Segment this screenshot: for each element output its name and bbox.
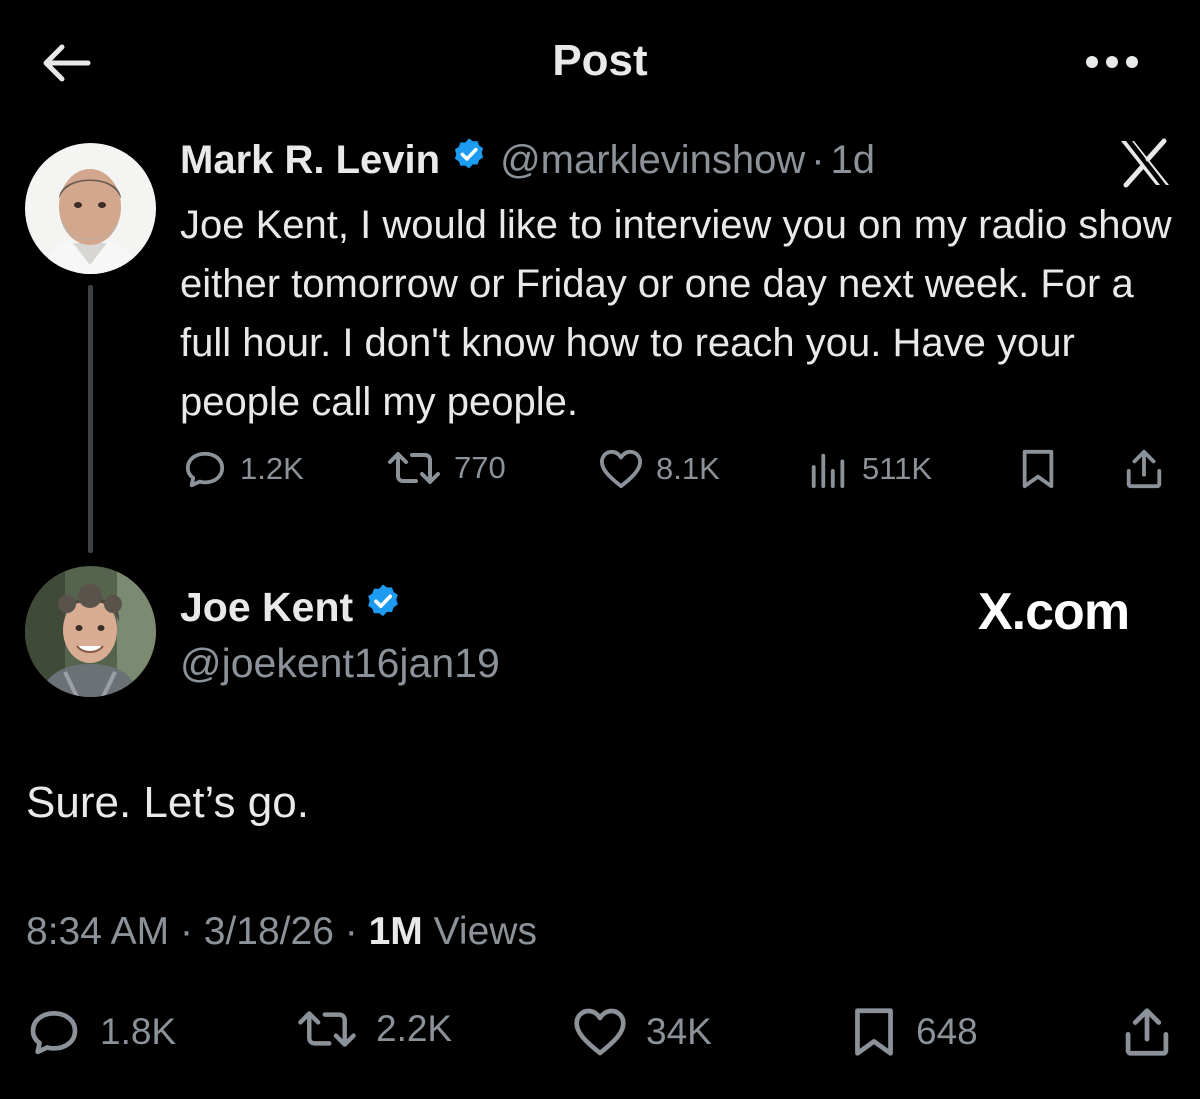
reply-author-row: Joe Kent xyxy=(180,582,403,632)
reply-tweet-text: Sure. Let’s go. xyxy=(26,778,309,827)
repost-button[interactable]: 2.2K xyxy=(296,1006,452,1052)
author-handle[interactable]: @marklevinshow xyxy=(500,138,805,183)
bookmark-button[interactable]: 648 xyxy=(850,1006,978,1058)
meta-separator: · xyxy=(811,137,825,182)
avatar-joe-kent[interactable] xyxy=(25,566,156,697)
avatar-mark-levin[interactable] xyxy=(25,143,156,274)
views-label: Views xyxy=(433,910,537,953)
share-icon xyxy=(1126,449,1162,489)
verified-badge-icon xyxy=(450,136,488,184)
verified-badge-icon xyxy=(363,582,403,632)
page-title: Post xyxy=(552,36,648,85)
watermark-brand: X.com xyxy=(978,583,1130,641)
reply-count: 1.2K xyxy=(240,451,304,486)
tweet-time-ago[interactable]: 1d xyxy=(831,138,876,183)
share-button[interactable] xyxy=(1122,448,1166,490)
repost-button[interactable]: 770 xyxy=(386,448,506,488)
repost-icon xyxy=(388,452,440,484)
like-count: 8.1K xyxy=(656,451,720,486)
bookmark-icon xyxy=(855,1008,893,1056)
repost-count: 2.2K xyxy=(376,1008,453,1049)
thread-connector-line xyxy=(88,285,93,553)
repost-count: 770 xyxy=(454,450,506,485)
share-icon xyxy=(1125,1008,1169,1056)
bookmark-button[interactable] xyxy=(1018,448,1058,490)
reply-button[interactable]: 1.2K xyxy=(182,448,304,490)
meta-separator: · xyxy=(344,910,358,953)
parent-tweet-header: Mark R. Levin @marklevinshow · 1d xyxy=(180,136,875,184)
more-horizontal-icon xyxy=(1086,56,1138,68)
meta-separator: · xyxy=(179,910,193,953)
bookmark-icon xyxy=(1022,449,1054,489)
reply-count: 1.8K xyxy=(100,1011,177,1052)
analytics-icon xyxy=(811,453,845,489)
reply-button[interactable]: 1.8K xyxy=(26,1006,176,1058)
views-count: 1M xyxy=(368,910,423,953)
like-button[interactable]: 34K xyxy=(572,1006,712,1058)
author-handle[interactable]: @joekent16jan19 xyxy=(180,640,500,687)
author-name[interactable]: Joe Kent xyxy=(180,584,353,631)
views-count: 511K xyxy=(862,451,933,486)
more-options-button[interactable] xyxy=(1080,40,1144,84)
like-button[interactable]: 8.1K xyxy=(598,448,720,490)
bookmark-count: 648 xyxy=(916,1011,978,1052)
author-name[interactable]: Mark R. Levin xyxy=(180,138,440,183)
reply-icon xyxy=(30,1011,78,1055)
x-logo-icon xyxy=(1118,138,1172,188)
reply-icon xyxy=(185,451,225,488)
tweet-date[interactable]: 3/18/26 xyxy=(204,910,334,953)
tweet-time[interactable]: 8:34 AM xyxy=(26,910,169,953)
repost-icon xyxy=(298,1011,356,1047)
share-button[interactable] xyxy=(1120,1006,1174,1058)
heart-icon xyxy=(600,449,642,489)
like-count: 34K xyxy=(646,1011,712,1052)
parent-tweet-text: Joe Kent, I would like to interview you … xyxy=(180,203,1172,424)
views-button[interactable]: 511K xyxy=(808,448,932,490)
reply-tweet-meta: 8:34 AM · 3/18/26 · 1M Views xyxy=(26,910,537,954)
heart-icon xyxy=(574,1008,626,1056)
